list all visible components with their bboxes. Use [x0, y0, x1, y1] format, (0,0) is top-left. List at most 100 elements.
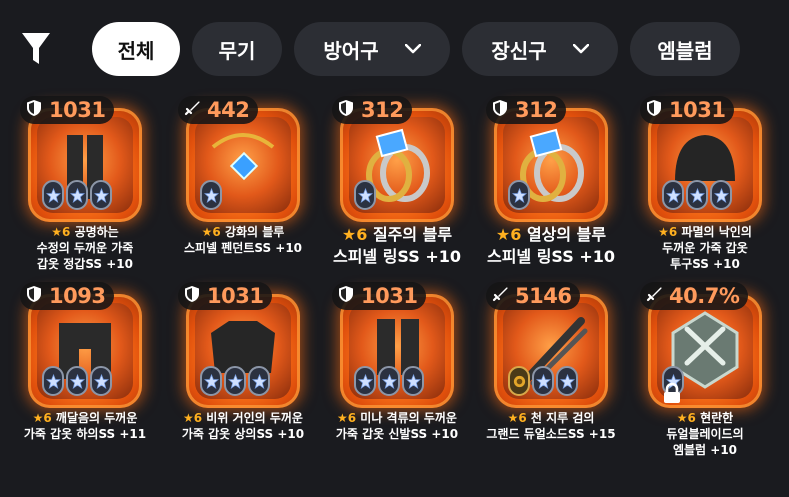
item-name-text: 비위 거인의 두꺼운: [206, 411, 303, 425]
item-name: ★6 깨달음의 두꺼운 가죽 갑옷 하의SS +11: [16, 410, 154, 442]
star-socket-slot: [354, 180, 376, 210]
item-name-line: ★6 질주의 블루: [328, 224, 466, 246]
item-card[interactable]: 40.7% ★6 현란한 듀얼블레이드의 엠블럼 +10: [640, 282, 789, 462]
shield-icon: [25, 99, 43, 121]
star-socket-slot: [710, 180, 732, 210]
stat-value: 312: [515, 98, 558, 122]
item-name-line: 갑옷 정갑SS +10: [16, 256, 154, 272]
tab-weapon[interactable]: 무기: [192, 22, 282, 76]
stat-badge: 1031: [640, 96, 735, 124]
stat-badge: 1031: [178, 282, 273, 310]
item-frame: [494, 108, 608, 222]
item-name-text: 엠블럼 +10: [672, 443, 738, 457]
stat-value: 40.7%: [669, 284, 740, 308]
star-socket-slot: [90, 366, 112, 396]
item-name-text: 그랜드 듀얼소드SS +15: [486, 427, 616, 441]
star-grade: ★6: [676, 411, 696, 425]
socket-slots: [354, 180, 376, 210]
socket-slots: [354, 366, 424, 396]
item-frame: [28, 108, 142, 222]
shield-icon: [183, 285, 201, 307]
item-card[interactable]: 442 ★6 강화의 블루 스피넬 펜던트SS +10: [178, 96, 328, 276]
stat-value: 312: [361, 98, 404, 122]
item-card[interactable]: 5146 ★6 천 지루 검의 그랜드 듀얼소드SS +15: [486, 282, 636, 462]
item-name: ★6 파멸의 낙인의 두꺼운 가죽 갑옷 투구SS +10: [636, 224, 774, 272]
stat-value: 1031: [207, 284, 264, 308]
item-name: ★6 열상의 블루 스피넬 링SS +10: [482, 224, 620, 268]
tab-all-label: 전체: [117, 38, 155, 63]
tab-accessory[interactable]: 장신구: [462, 22, 618, 76]
item-card[interactable]: 312 ★6 열상의 블루 스피넬 링SS +10: [486, 96, 636, 276]
star-socket-slot: [200, 180, 222, 210]
item-name: ★6 비위 거인의 두꺼운 가죽 갑옷 상의SS +10: [174, 410, 312, 442]
tab-emblem[interactable]: 엠블럼: [630, 22, 740, 76]
item-card[interactable]: 1031 ★6 미나 격류의 두꺼운 가죽 갑옷 신발SS +10: [332, 282, 482, 462]
item-card[interactable]: 1031 ★6 비위 거인의 두꺼운 가죽 갑옷 상의SS +10: [178, 282, 328, 462]
item-name-text: 수정의 두꺼운 가죽: [36, 241, 134, 255]
star-socket-slot: [508, 180, 530, 210]
tab-all[interactable]: 전체: [92, 22, 180, 76]
item-name: ★6 미나 격류의 두꺼운 가죽 갑옷 신발SS +10: [328, 410, 466, 442]
stat-badge: 40.7%: [640, 282, 749, 310]
stat-badge: 1031: [332, 282, 427, 310]
item-name-text: 스피넬 링SS +10: [486, 247, 616, 266]
shield-icon: [25, 285, 43, 307]
star-grade: ★6: [51, 225, 71, 239]
star-socket-slot: [66, 366, 88, 396]
socket-slots: [200, 180, 222, 210]
item-name-text: 현란한: [700, 411, 734, 425]
star-grade: ★6: [201, 225, 221, 239]
star-socket-slot: [402, 366, 424, 396]
stat-value: 5146: [515, 284, 572, 308]
filter-icon[interactable]: [20, 31, 52, 67]
item-name-line: 가죽 갑옷 상의SS +10: [174, 426, 312, 442]
stat-badge: 312: [486, 96, 567, 124]
item-name-line: 수정의 두꺼운 가죽: [16, 240, 154, 256]
tab-armor-label: 방어구: [323, 38, 379, 63]
item-frame: [340, 108, 454, 222]
item-name-line: ★6 강화의 블루: [174, 224, 312, 240]
star-socket-slot: [354, 366, 376, 396]
stat-badge: 1031: [20, 96, 115, 124]
star-grade: ★6: [658, 225, 678, 239]
tab-weapon-label: 무기: [218, 38, 256, 63]
item-name-text: 투구SS +10: [670, 257, 740, 271]
gold-gem-slot: [508, 366, 530, 396]
star-socket-slot: [248, 366, 270, 396]
stat-badge: 1093: [20, 282, 115, 310]
item-name-line: ★6 파멸의 낙인의: [636, 224, 774, 240]
socket-slots: [42, 180, 112, 210]
item-card[interactable]: 1031 ★6 파멸의 낙인의 두꺼운 가죽 갑옷 투구SS +10: [640, 96, 789, 276]
item-name: ★6 천 지루 검의 그랜드 듀얼소드SS +15: [482, 410, 620, 442]
item-name-line: ★6 미나 격류의 두꺼운: [328, 410, 466, 426]
item-name-line: 스피넬 링SS +10: [482, 246, 620, 268]
star-socket-slot: [378, 366, 400, 396]
star-socket-slot: [662, 180, 684, 210]
item-name-text: 파멸의 낙인의: [681, 225, 752, 239]
item-card[interactable]: 1093 ★6 깨달음의 두꺼운 가죽 갑옷 하의SS +11: [20, 282, 170, 462]
stat-badge: 5146: [486, 282, 581, 310]
star-socket-slot: [200, 366, 222, 396]
sword-icon: [645, 285, 663, 307]
item-name-text: 강화의 블루: [224, 225, 285, 239]
item-card[interactable]: 1031 ★6 공명하는 수정의 두꺼운 가죽 갑옷 정갑SS +10: [20, 96, 170, 276]
star-socket-slot: [42, 366, 64, 396]
star-socket-slot: [686, 180, 708, 210]
item-card[interactable]: 312 ★6 질주의 블루 스피넬 링SS +10: [332, 96, 482, 276]
tab-accessory-label: 장신구: [491, 38, 547, 63]
item-frame: [340, 294, 454, 408]
category-filter-bar: 전체 무기 방어구 장신구 엠블럼: [0, 0, 789, 90]
item-name-line: 가죽 갑옷 신발SS +10: [328, 426, 466, 442]
chevron-down-icon: [572, 44, 589, 54]
item-name-text: 질주의 블루: [372, 225, 453, 244]
item-name-line: 두꺼운 가죽 갑옷: [636, 240, 774, 256]
item-name-line: 투구SS +10: [636, 256, 774, 272]
item-name-text: 스피넬 펜던트SS +10: [183, 241, 303, 255]
item-name-line: 스피넬 링SS +10: [328, 246, 466, 268]
item-name-line: 엠블럼 +10: [636, 442, 774, 458]
tab-armor[interactable]: 방어구: [294, 22, 450, 76]
stat-value: 1031: [361, 284, 418, 308]
item-name-text: 공명하는: [74, 225, 119, 239]
item-name-line: ★6 열상의 블루: [482, 224, 620, 246]
item-name: ★6 강화의 블루 스피넬 펜던트SS +10: [174, 224, 312, 256]
